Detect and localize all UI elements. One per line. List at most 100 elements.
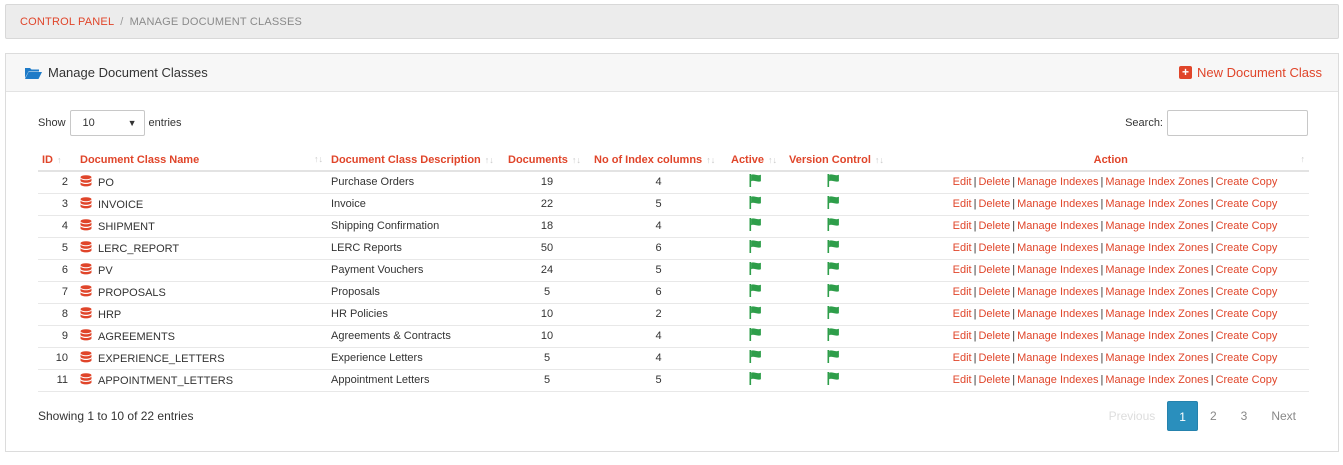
cell-description: HR Policies [327, 303, 504, 326]
create-copy-link[interactable]: Create Copy [1216, 198, 1278, 210]
delete-link[interactable]: Delete [978, 374, 1010, 386]
action-separator: | [1100, 264, 1104, 276]
manage-index-zones-link[interactable]: Manage Index Zones [1105, 286, 1208, 298]
create-copy-link[interactable]: Create Copy [1216, 374, 1278, 386]
column-name[interactable]: Document Class Name ↑↓ [76, 149, 327, 172]
delete-link[interactable]: Delete [978, 220, 1010, 232]
column-action[interactable]: Action ↑ [921, 149, 1309, 172]
manage-indexes-link[interactable]: Manage Indexes [1017, 308, 1098, 320]
edit-link[interactable]: Edit [953, 286, 972, 298]
create-copy-link[interactable]: Create Copy [1216, 264, 1278, 276]
delete-link[interactable]: Delete [978, 352, 1010, 364]
cell-description: Proposals [327, 281, 504, 304]
column-description[interactable]: Document Class Description ↑↓ [327, 149, 504, 172]
column-index-columns[interactable]: No of Index columns ↑↓ [590, 149, 727, 172]
edit-link[interactable]: Edit [953, 308, 972, 320]
column-version-control[interactable]: Version Control ↑↓ [785, 149, 921, 172]
cell-name-text: EXPERIENCE_LETTERS [98, 353, 225, 365]
column-id[interactable]: ID ↑ [38, 149, 76, 172]
cell-index-columns: 6 [590, 237, 727, 260]
cell-name-text: APPOINTMENT_LETTERS [98, 375, 234, 387]
manage-indexes-link[interactable]: Manage Indexes [1017, 220, 1098, 232]
action-separator: | [1012, 308, 1016, 320]
column-description-label: Document Class Description [331, 153, 481, 166]
column-active-label: Active [731, 153, 765, 166]
edit-link[interactable]: Edit [953, 220, 972, 232]
cell-name-text: PROPOSALS [98, 287, 166, 299]
cell-version-control [785, 215, 921, 238]
database-icon [80, 241, 92, 254]
delete-link[interactable]: Delete [978, 264, 1010, 276]
cell-documents: 50 [504, 237, 590, 260]
table-row: 4 SHIPMENT Shipping Confirmation 18 4 Edit | De… [38, 215, 1309, 238]
action-separator: | [1210, 374, 1214, 386]
manage-index-zones-link[interactable]: Manage Index Zones [1105, 308, 1208, 320]
manage-index-zones-link[interactable]: Manage Index Zones [1105, 264, 1208, 276]
search-input[interactable] [1167, 110, 1308, 136]
cell-name-text: AGREEMENTS [98, 331, 176, 343]
create-copy-link[interactable]: Create Copy [1216, 330, 1278, 342]
create-copy-link[interactable]: Create Copy [1216, 242, 1278, 254]
create-copy-link[interactable]: Create Copy [1216, 308, 1278, 320]
table-row: 7 PROPOSALS Proposals 5 6 Edit | Delete | Manage … [38, 281, 1309, 304]
column-index-columns-label: No of Index columns [594, 153, 703, 166]
delete-link[interactable]: Delete [978, 286, 1010, 298]
action-separator: | [1210, 264, 1214, 276]
entries-select[interactable]: 10 ▼ [69, 110, 145, 136]
cell-active [727, 369, 785, 392]
pagination-previous[interactable]: Previous [1097, 401, 1168, 431]
cell-description: LERC Reports [327, 237, 504, 260]
manage-indexes-link[interactable]: Manage Indexes [1017, 176, 1098, 188]
cell-version-control [785, 325, 921, 348]
new-document-class-button[interactable]: + New Document Class [1179, 65, 1322, 80]
entries-label: entries [148, 117, 182, 129]
manage-indexes-link[interactable]: Manage Indexes [1017, 242, 1098, 254]
create-copy-link[interactable]: Create Copy [1216, 352, 1278, 364]
manage-index-zones-link[interactable]: Manage Index Zones [1105, 242, 1208, 254]
create-copy-link[interactable]: Create Copy [1216, 176, 1278, 188]
table-header-row: ID ↑ Document Class Name ↑↓ Document Class… [38, 149, 1309, 172]
manage-index-zones-link[interactable]: Manage Index Zones [1105, 176, 1208, 188]
action-separator: | [1100, 176, 1104, 189]
manage-indexes-link[interactable]: Manage Indexes [1017, 374, 1098, 386]
manage-indexes-link[interactable]: Manage Indexes [1017, 286, 1098, 298]
manage-indexes-link[interactable]: Manage Indexes [1017, 198, 1098, 210]
manage-indexes-link[interactable]: Manage Indexes [1017, 330, 1098, 342]
delete-link[interactable]: Delete [978, 198, 1010, 210]
edit-link[interactable]: Edit [953, 176, 972, 188]
pagination-page-2[interactable]: 2 [1198, 401, 1229, 431]
manage-indexes-link[interactable]: Manage Indexes [1017, 352, 1098, 364]
flag-icon [827, 262, 841, 275]
cell-name-text: PV [98, 265, 113, 277]
manage-index-zones-link[interactable]: Manage Index Zones [1105, 220, 1208, 232]
pagination-next[interactable]: Next [1259, 401, 1308, 431]
column-documents-label: Documents [508, 153, 568, 166]
column-documents[interactable]: Documents ↑↓ [504, 149, 590, 172]
manage-indexes-link[interactable]: Manage Indexes [1017, 264, 1098, 276]
edit-link[interactable]: Edit [953, 198, 972, 210]
manage-index-zones-link[interactable]: Manage Index Zones [1105, 374, 1208, 386]
edit-link[interactable]: Edit [953, 352, 972, 364]
database-icon [80, 351, 92, 364]
delete-link[interactable]: Delete [978, 308, 1010, 320]
delete-link[interactable]: Delete [978, 176, 1010, 188]
flag-icon [749, 306, 763, 319]
delete-link[interactable]: Delete [978, 242, 1010, 254]
edit-link[interactable]: Edit [953, 242, 972, 254]
manage-index-zones-link[interactable]: Manage Index Zones [1105, 330, 1208, 342]
database-icon [80, 285, 92, 298]
delete-link[interactable]: Delete [978, 330, 1010, 342]
pagination-page-3[interactable]: 3 [1229, 401, 1260, 431]
database-icon [80, 263, 92, 276]
edit-link[interactable]: Edit [953, 264, 972, 276]
manage-index-zones-link[interactable]: Manage Index Zones [1105, 352, 1208, 364]
pagination-page-1[interactable]: 1 [1167, 401, 1198, 431]
manage-index-zones-link[interactable]: Manage Index Zones [1105, 198, 1208, 210]
edit-link[interactable]: Edit [953, 330, 972, 342]
breadcrumb-control-panel[interactable]: CONTROL PANEL [20, 16, 114, 28]
create-copy-link[interactable]: Create Copy [1216, 220, 1278, 232]
cell-version-control [785, 303, 921, 326]
edit-link[interactable]: Edit [953, 374, 972, 386]
column-active[interactable]: Active ↑↓ [727, 149, 785, 172]
create-copy-link[interactable]: Create Copy [1216, 286, 1278, 298]
